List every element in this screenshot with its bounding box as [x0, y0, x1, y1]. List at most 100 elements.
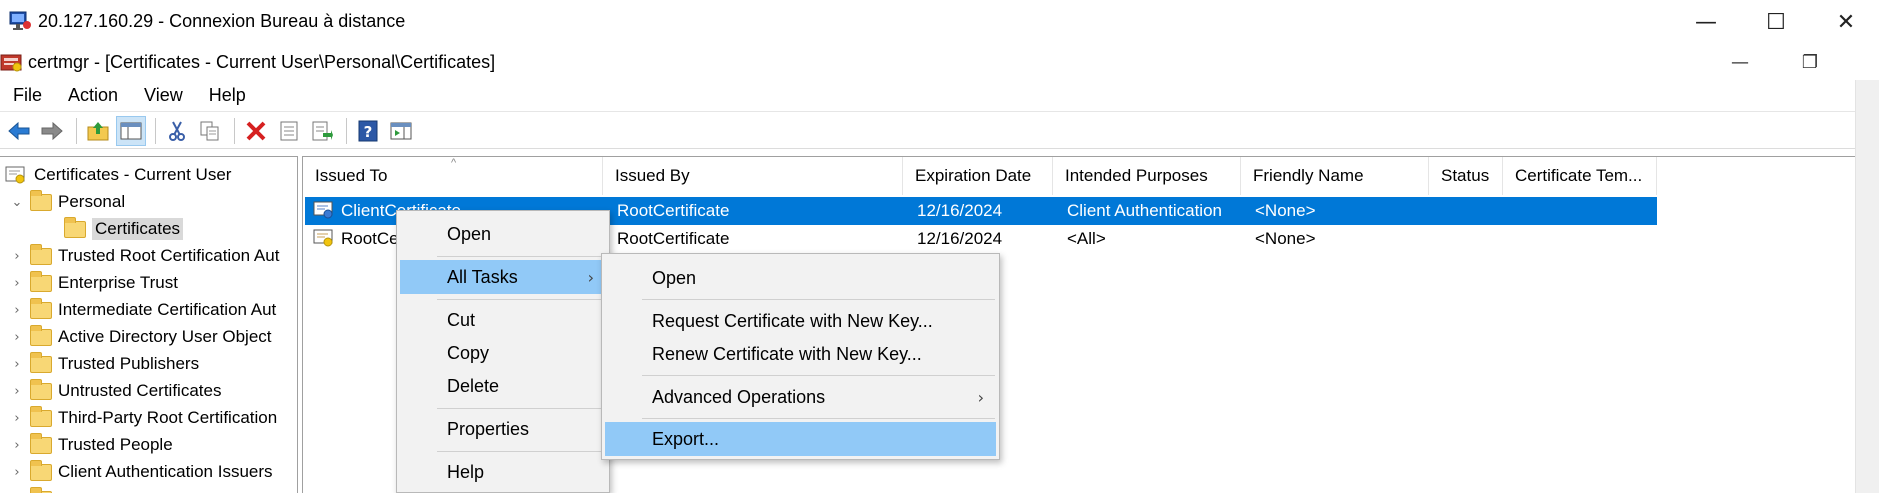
menu-item-label: Advanced Operations: [652, 386, 826, 407]
menu-file[interactable]: File: [0, 85, 55, 106]
column-issued-to[interactable]: Issued To: [303, 157, 603, 195]
tree-node-certificates[interactable]: Certificates: [58, 216, 184, 242]
toolbar-separator: [76, 117, 77, 144]
tree-node[interactable]: › Trusted People: [10, 432, 173, 458]
submenu-item-renew-new-key[interactable]: Renew Certificate with New Key...: [605, 337, 996, 371]
menu-item-properties[interactable]: Properties: [400, 412, 606, 446]
cell-purposes: Client Authentication: [1067, 201, 1222, 220]
tree-node-root[interactable]: Certificates - Current User: [4, 162, 231, 188]
chevron-right-icon: ›: [587, 267, 594, 287]
help-button[interactable]: ?: [353, 116, 383, 146]
tree-node[interactable]: › Active Directory User Object: [10, 324, 272, 350]
certmgr-title-bar: certmgr - [Certificates - Current User\P…: [0, 44, 1879, 80]
chevron-down-icon[interactable]: ⌄: [10, 195, 24, 210]
menu-item-label: Properties: [447, 418, 530, 439]
cell-expiration: 12/16/2024: [917, 229, 1003, 248]
column-expiration-date[interactable]: Expiration Date: [903, 157, 1053, 195]
menu-item-delete[interactable]: Delete: [400, 369, 606, 403]
delete-button[interactable]: [241, 116, 271, 146]
cell-issued-by: RootCertificate: [617, 229, 730, 248]
cell-issued-by: RootCertificate: [617, 201, 730, 220]
tree-node[interactable]: › Untrusted Certificates: [10, 378, 221, 404]
toolbar-separator: [346, 117, 347, 144]
cell-friendly-name: <None>: [1255, 201, 1316, 220]
folder-icon: [30, 270, 52, 292]
action-pane-icon: [390, 122, 412, 139]
back-icon: [8, 121, 30, 140]
column-certificate-template[interactable]: Certificate Tem...: [1503, 157, 1657, 195]
folder-icon: [30, 459, 52, 481]
column-friendly-name[interactable]: Friendly Name: [1241, 157, 1429, 195]
menu-separator: [437, 408, 605, 409]
tree-node-partial[interactable]: ›: [10, 486, 58, 493]
tree-node-label: Client Authentication Issuers: [58, 462, 273, 481]
column-status[interactable]: Status: [1429, 157, 1503, 195]
cut-button[interactable]: [162, 116, 192, 146]
properties-button[interactable]: [274, 116, 304, 146]
chevron-right-icon[interactable]: ›: [10, 411, 24, 426]
menu-item-copy[interactable]: Copy: [400, 336, 606, 370]
certificate-icon: [313, 229, 333, 247]
menu-help[interactable]: Help: [196, 85, 259, 106]
menu-item-open[interactable]: Open: [400, 217, 606, 251]
tree-node-personal[interactable]: ⌄ Personal: [10, 189, 125, 215]
export-list-button[interactable]: [307, 116, 337, 146]
rdp-minimize-button[interactable]: —: [1671, 0, 1741, 44]
menu-item-label: Open: [447, 223, 492, 244]
menu-item-help[interactable]: Help: [400, 455, 606, 489]
folder-icon: [30, 378, 52, 400]
vertical-scrollbar[interactable]: [1855, 80, 1879, 493]
submenu-item-advanced-operations[interactable]: Advanced Operations ›: [605, 380, 996, 414]
show-hide-console-tree-button[interactable]: [116, 115, 146, 146]
rdp-title-bar: 20.127.160.29 - Connexion Bureau à dista…: [0, 0, 1879, 44]
chevron-right-icon[interactable]: ›: [10, 465, 24, 480]
chevron-right-icon[interactable]: ›: [10, 330, 24, 345]
copy-button[interactable]: [195, 116, 225, 146]
folder-icon: [30, 189, 52, 211]
menu-separator: [642, 299, 995, 300]
menu-item-cut[interactable]: Cut: [400, 303, 606, 337]
menu-action[interactable]: Action: [55, 85, 131, 106]
certificates-snapin-icon: [5, 166, 25, 184]
rdp-maximize-button[interactable]: ☐: [1741, 0, 1811, 44]
folder-icon: [30, 243, 52, 265]
submenu-item-open[interactable]: Open: [605, 261, 996, 295]
column-intended-purposes[interactable]: Intended Purposes: [1053, 157, 1241, 195]
toolbar: ?: [0, 113, 1855, 149]
menu-bar: File Action View Help: [0, 80, 1855, 112]
submenu-item-request-new-key[interactable]: Request Certificate with New Key...: [605, 304, 996, 338]
tree-node[interactable]: › Trusted Publishers: [10, 351, 199, 377]
menu-separator: [437, 299, 605, 300]
chevron-right-icon[interactable]: ›: [10, 276, 24, 291]
menu-item-label: Delete: [447, 375, 500, 396]
tree-node[interactable]: › Enterprise Trust: [10, 270, 178, 296]
certmgr-restore-button[interactable]: ❐: [1780, 44, 1840, 80]
certmgr-minimize-button[interactable]: —: [1710, 44, 1770, 80]
chevron-right-icon: ›: [977, 387, 984, 407]
tree-node[interactable]: › Client Authentication Issuers: [10, 459, 273, 485]
tree-node-label: Active Directory User Object: [58, 327, 272, 346]
menu-separator: [642, 375, 995, 376]
tree-node[interactable]: › Third-Party Root Certification: [10, 405, 277, 431]
submenu-item-export[interactable]: Export...: [605, 422, 996, 456]
menu-item-all-tasks[interactable]: All Tasks ›: [400, 260, 606, 294]
certmgr-window-title: certmgr - [Certificates - Current User\P…: [28, 52, 496, 72]
chevron-right-icon[interactable]: ›: [10, 249, 24, 264]
rdp-close-button[interactable]: ✕: [1811, 0, 1879, 44]
tree-node-label: Enterprise Trust: [58, 273, 178, 292]
column-issued-by[interactable]: Issued By: [603, 157, 903, 195]
console-tree: Certificates - Current User ⌄ Personal C…: [0, 156, 298, 493]
chevron-right-icon[interactable]: ›: [10, 303, 24, 318]
show-hide-action-pane-button[interactable]: [386, 116, 416, 146]
chevron-right-icon[interactable]: ›: [10, 384, 24, 399]
chevron-right-icon[interactable]: ›: [10, 357, 24, 372]
chevron-right-icon[interactable]: ›: [10, 438, 24, 453]
back-button[interactable]: [4, 116, 34, 146]
forward-button[interactable]: [37, 116, 67, 146]
toolbar-separator: [155, 117, 156, 144]
tree-node[interactable]: › Intermediate Certification Aut: [10, 297, 276, 323]
tree-node[interactable]: › Trusted Root Certification Aut: [10, 243, 279, 269]
menu-view[interactable]: View: [131, 85, 196, 106]
cut-icon: [169, 121, 185, 141]
up-one-level-button[interactable]: [83, 116, 113, 146]
